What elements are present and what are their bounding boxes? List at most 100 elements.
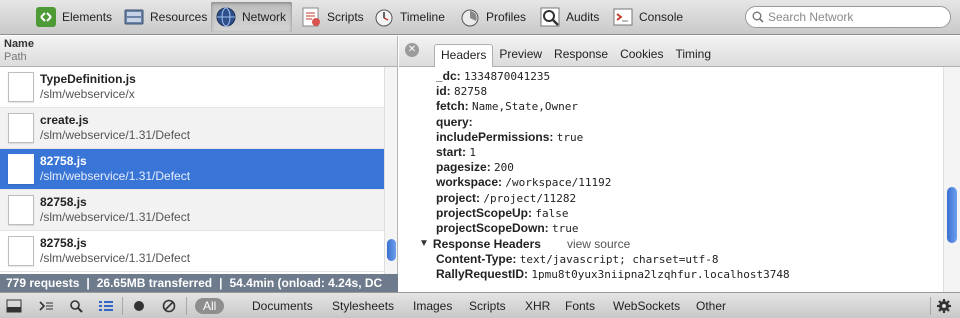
- request-path: /slm/webservice/x: [40, 87, 135, 101]
- file-icon: [8, 154, 34, 184]
- request-row[interactable]: 82758.js /slm/webservice/1.31/Defect: [0, 231, 384, 272]
- request-list-header[interactable]: Name Path: [0, 36, 397, 67]
- large-rows-toggle-button[interactable]: [96, 296, 116, 316]
- tab-timeline[interactable]: Timeline: [369, 2, 451, 32]
- tab-cookies[interactable]: Cookies: [614, 44, 669, 67]
- param-value: /workspace/11192: [505, 176, 612, 190]
- file-icon: [8, 113, 34, 143]
- search-network-input[interactable]: [768, 10, 938, 24]
- record-button[interactable]: [129, 296, 149, 316]
- request-row[interactable]: 82758.js /slm/webservice/1.31/Defect: [0, 190, 384, 231]
- filter-websockets[interactable]: WebSockets: [613, 298, 680, 314]
- clear-button[interactable]: [159, 296, 179, 316]
- param-row: _dc: 1334870041235: [436, 69, 943, 84]
- request-name: 82758.js: [40, 195, 87, 209]
- disclosure-triangle-icon[interactable]: ▼: [419, 236, 429, 252]
- view-source-link[interactable]: view source: [567, 236, 630, 252]
- header-key: RallyRequestID:: [436, 267, 529, 282]
- network-icon: [215, 6, 237, 28]
- response-headers-title: Response Headers: [432, 237, 541, 252]
- param-key: start:: [436, 144, 467, 159]
- param-key: _dc:: [436, 69, 461, 83]
- param-row: workspace: /workspace/11192: [436, 175, 943, 190]
- search-network-field[interactable]: [745, 6, 951, 28]
- response-headers-section[interactable]: ▼ Response Headers view source: [419, 236, 943, 252]
- gear-icon: [937, 299, 951, 313]
- network-summary-bar: 779 requests | 26.65MB transferred | 54.4min…: [0, 274, 398, 292]
- param-row: includePermissions: true: [436, 130, 943, 145]
- devtools-toolbar: Elements Resources Network Scripts Timel…: [0, 0, 960, 35]
- transferred-size: 26.65MB transferred: [96, 276, 213, 290]
- filter-other[interactable]: Other: [696, 298, 726, 314]
- tab-elements[interactable]: Elements: [31, 2, 118, 32]
- record-icon: [134, 301, 144, 311]
- param-key: query:: [436, 114, 473, 129]
- search-button[interactable]: [66, 296, 86, 316]
- file-icon: [8, 72, 34, 102]
- toolbar-divider: [186, 297, 187, 315]
- filter-fonts[interactable]: Fonts: [565, 298, 595, 314]
- tab-scripts[interactable]: Scripts: [296, 2, 370, 32]
- details-tabbar: ✕ Headers Preview Response Cookies Timin…: [399, 36, 960, 67]
- header-row: Content-Type: text/javascript; charset=u…: [436, 252, 943, 267]
- console-icon: [612, 6, 634, 28]
- filter-scripts[interactable]: Scripts: [469, 298, 506, 314]
- request-row-selected[interactable]: 82758.js /slm/webservice/1.31/Defect: [0, 149, 384, 190]
- request-row[interactable]: TypeDefinition.js /slm/webservice/x: [0, 67, 384, 108]
- request-row[interactable]: create.js /slm/webservice/1.31/Defect: [0, 108, 384, 149]
- tab-profiles-label: Profiles: [486, 10, 527, 24]
- tab-profiles[interactable]: Profiles: [455, 2, 532, 32]
- column-name-header[interactable]: Name: [4, 38, 393, 51]
- header-row: RallyRequestID: 1pmu8t0yux3niipna2lzqhfu…: [436, 267, 943, 282]
- request-details-panel: ✕ Headers Preview Response Cookies Timin…: [399, 36, 960, 292]
- request-list-panel: Name Path TypeDefinition.js /slm/webserv…: [0, 36, 398, 274]
- request-list-scroll-thumb[interactable]: [387, 239, 396, 261]
- param-value: true: [552, 221, 579, 235]
- settings-button[interactable]: [934, 296, 954, 316]
- dock-toggle-button[interactable]: [4, 296, 24, 316]
- param-key: projectScopeDown:: [436, 220, 549, 235]
- param-value: /project/11282: [483, 191, 577, 205]
- details-scrollbar[interactable]: [943, 67, 960, 292]
- tab-headers[interactable]: Headers: [434, 44, 494, 67]
- param-row: query:: [436, 115, 943, 130]
- filter-stylesheets[interactable]: Stylesheets: [332, 298, 394, 314]
- tab-elements-label: Elements: [62, 10, 113, 24]
- filter-images[interactable]: Images: [413, 298, 452, 314]
- header-value: 1pmu8t0yux3niipna2lzqhfur.localhost3748: [531, 268, 790, 282]
- request-list-scrollbar[interactable]: [384, 67, 397, 274]
- tab-timing[interactable]: Timing: [669, 44, 717, 67]
- tab-audits[interactable]: Audits: [535, 2, 605, 32]
- filter-all[interactable]: All: [195, 298, 225, 314]
- tab-response[interactable]: Response: [548, 44, 614, 67]
- file-icon: [8, 195, 34, 225]
- headers-content: _dc: 1334870041235 id: 82758 fetch: Name…: [399, 67, 943, 292]
- tab-console-label: Console: [639, 10, 684, 24]
- param-row: fetch: Name,State,Owner: [436, 99, 943, 114]
- file-icon: [8, 236, 34, 266]
- scripts-icon: [300, 6, 322, 28]
- param-key: project:: [436, 190, 481, 205]
- param-row: id: 82758: [436, 84, 943, 99]
- tab-network[interactable]: Network: [211, 2, 293, 32]
- tab-preview[interactable]: Preview: [493, 44, 548, 67]
- filter-xhr[interactable]: XHR: [525, 298, 550, 314]
- param-row: projectScopeUp: false: [436, 206, 943, 221]
- param-value: 1: [469, 145, 476, 159]
- resources-icon: [123, 6, 145, 28]
- tab-console[interactable]: Console: [608, 2, 689, 32]
- console-drawer-button[interactable]: [36, 296, 56, 316]
- details-scroll-thumb[interactable]: [947, 187, 957, 243]
- tab-audits-label: Audits: [566, 10, 600, 24]
- tab-resources[interactable]: Resources: [119, 2, 213, 32]
- clear-icon: [162, 299, 176, 313]
- request-count: 779 requests: [6, 276, 80, 290]
- header-value: text/javascript; charset=utf-8: [519, 253, 719, 267]
- param-key: pagesize:: [436, 160, 491, 175]
- toolbar-divider: [122, 297, 123, 315]
- tab-resources-label: Resources: [150, 10, 208, 24]
- close-details-icon[interactable]: ✕: [405, 43, 419, 57]
- filter-documents[interactable]: Documents: [252, 298, 313, 314]
- elements-icon: [35, 6, 57, 28]
- list-view-icon: [99, 301, 113, 311]
